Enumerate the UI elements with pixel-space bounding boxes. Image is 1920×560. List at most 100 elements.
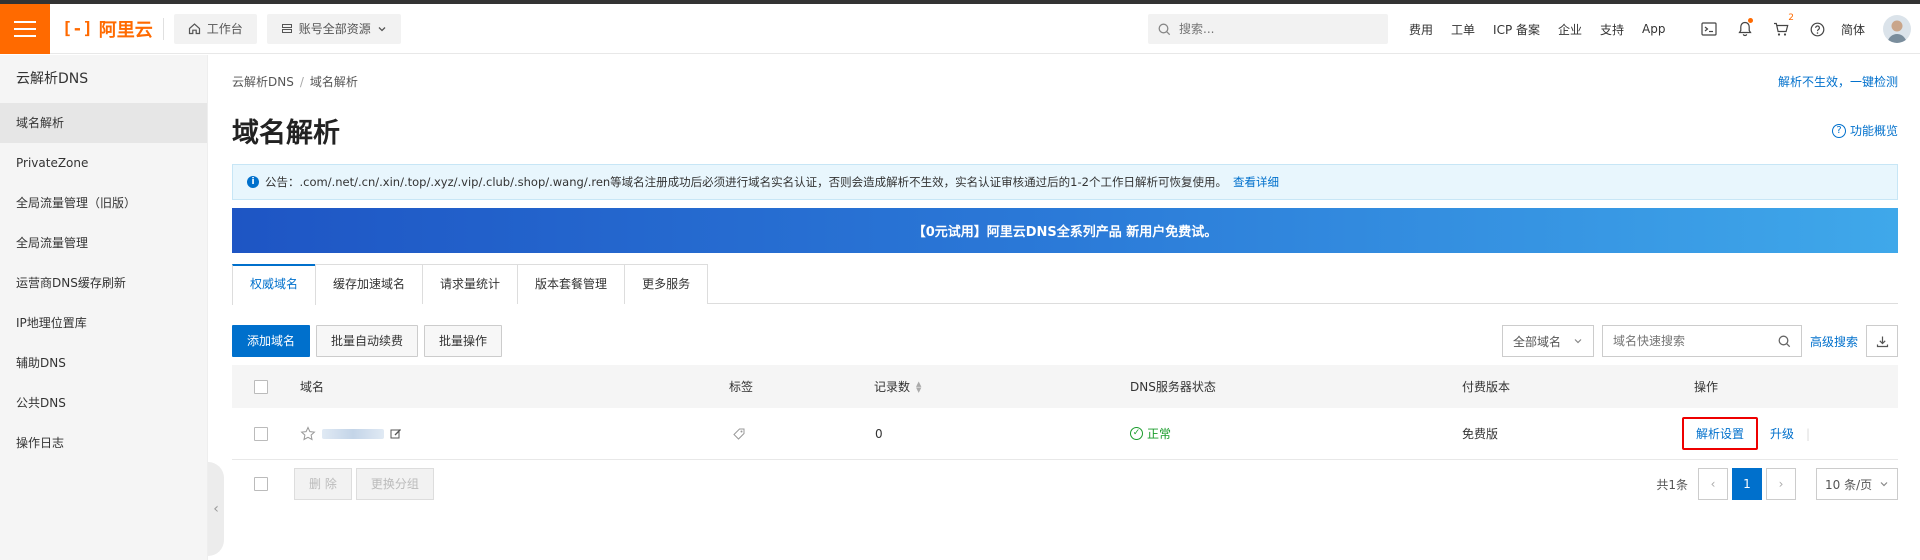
add-domain-button[interactable]: 添加域名 xyxy=(232,325,311,357)
tag-icon[interactable] xyxy=(732,427,746,441)
avatar[interactable] xyxy=(1883,15,1912,43)
question-icon: ? xyxy=(1831,123,1846,138)
star-icon[interactable] xyxy=(300,425,316,442)
header-edition: 付费版本 xyxy=(1462,380,1511,394)
domain-filter-select[interactable]: 全部域名 xyxy=(1501,325,1594,357)
sidebar-item-public-dns[interactable]: 公共DNS xyxy=(0,383,207,423)
sidebar-item-ip-geo[interactable]: IP地理位置库 xyxy=(0,303,207,343)
nav-link-tickets[interactable]: 工单 xyxy=(1451,21,1475,38)
page-1-button[interactable]: 1 xyxy=(1732,468,1762,500)
top-navigation-bar: [-] 阿里云 工作台 账号全部资源 费用 工单 ICP 备案 企业 支持 Ap… xyxy=(0,3,1920,54)
sidebar-item-privatezone[interactable]: PrivateZone xyxy=(0,143,207,183)
delete-button[interactable]: 删 除 xyxy=(294,468,352,500)
upgrade-link[interactable]: 升级 xyxy=(1770,425,1794,442)
footer-select-all-checkbox[interactable] xyxy=(254,477,268,491)
nav-link-enterprise[interactable]: 企业 xyxy=(1558,21,1582,38)
next-page-button[interactable]: › xyxy=(1766,468,1796,500)
detect-link[interactable]: 解析不生效，一键检测 xyxy=(1778,73,1898,90)
breadcrumb-item-dns[interactable]: 云解析DNS xyxy=(232,75,294,89)
tab-request-stats[interactable]: 请求量统计 xyxy=(422,264,519,304)
resolution-settings-link[interactable]: 解析设置 xyxy=(1682,417,1759,450)
breadcrumb: 云解析DNS / 域名解析 xyxy=(232,73,358,90)
top-icons: 2 简体 xyxy=(1691,4,1912,54)
help-icon[interactable] xyxy=(1799,4,1835,54)
sidebar-item-domain-resolution[interactable]: 域名解析 xyxy=(0,103,207,143)
notice-bar: i 公告：.com/.net/.cn/.xin/.top/.xyz/.vip/.… xyxy=(232,164,1898,200)
tab-edition-management[interactable]: 版本套餐管理 xyxy=(517,264,626,304)
notice-text: 公告：.com/.net/.cn/.xin/.top/.xyz/.vip/.cl… xyxy=(265,175,1227,189)
notice-detail-link[interactable]: 查看详细 xyxy=(1233,174,1279,190)
workbench-label: 工作台 xyxy=(206,22,243,36)
action-divider: | xyxy=(1806,426,1811,441)
table-footer: 删 除 更换分组 共1条 ‹ 1 › 10 条/页 xyxy=(232,468,1898,500)
table-row: 0 ✓ 正常 免费版 解析设置 升级 | xyxy=(232,408,1898,460)
header-records: 记录数 xyxy=(874,380,911,394)
sidebar-item-gtm[interactable]: 全局流量管理 xyxy=(0,223,207,263)
page-size-select[interactable]: 10 条/页 xyxy=(1816,468,1898,500)
nav-link-billing[interactable]: 费用 xyxy=(1409,21,1433,38)
nav-link-app[interactable]: App xyxy=(1642,22,1665,36)
domain-search-input[interactable] xyxy=(1612,334,1763,348)
sidebar-item-secondary-dns[interactable]: 辅助DNS xyxy=(0,343,207,383)
global-search[interactable] xyxy=(1148,14,1388,44)
home-icon xyxy=(188,23,200,35)
chevron-down-icon xyxy=(378,26,386,31)
sidebar-item-gtm-legacy[interactable]: 全局流量管理（旧版） xyxy=(0,183,207,223)
resources-icon xyxy=(281,23,292,33)
breadcrumb-item-current: 域名解析 xyxy=(309,75,358,89)
tab-authoritative-domains[interactable]: 权威域名 xyxy=(232,264,317,305)
cart-icon[interactable]: 2 xyxy=(1763,4,1799,54)
logo-text: 阿里云 xyxy=(98,19,153,41)
status-text: 正常 xyxy=(1147,427,1172,441)
sidebar-item-operation-log[interactable]: 操作日志 xyxy=(0,423,207,463)
chevron-left-icon: ‹ xyxy=(213,501,219,517)
resources-dropdown[interactable]: 账号全部资源 xyxy=(266,13,401,44)
terminal-icon[interactable] xyxy=(1691,4,1727,54)
edit-icon[interactable] xyxy=(390,428,402,440)
nav-link-icp[interactable]: ICP 备案 xyxy=(1493,21,1540,38)
status-badge: ✓ 正常 xyxy=(1130,425,1171,442)
row-checkbox[interactable] xyxy=(254,426,268,441)
batch-auto-renew-button[interactable]: 批量自动续费 xyxy=(316,325,419,357)
prev-page-button[interactable]: ‹ xyxy=(1698,468,1728,500)
features-label: 功能概览 xyxy=(1849,124,1898,138)
tab-more-services[interactable]: 更多服务 xyxy=(624,264,709,304)
header-records-sort[interactable]: 记录数 ▲ ▼ xyxy=(874,365,921,408)
page-size-value: 10 条/页 xyxy=(1825,477,1873,492)
language-switch[interactable]: 简体 xyxy=(1841,21,1865,38)
page-title: 域名解析 xyxy=(232,118,340,149)
chevron-down-icon xyxy=(1574,339,1582,344)
domain-name-redacted[interactable] xyxy=(322,428,384,439)
info-icon: i xyxy=(247,176,259,188)
aliyun-logo[interactable]: [-] 阿里云 xyxy=(62,16,153,42)
sidebar-item-cache-refresh[interactable]: 运营商DNS缓存刷新 xyxy=(0,263,207,303)
bell-icon[interactable] xyxy=(1727,4,1763,54)
sidebar-collapse-handle[interactable]: ‹ xyxy=(208,462,224,556)
domain-table: 域名 标签 记录数 ▲ ▼ DNS服务器状态 付费版本 操作 0 ✓ 正常 免费版 解… xyxy=(232,365,1898,460)
menu-icon[interactable] xyxy=(0,3,50,54)
header-tag: 标签 xyxy=(729,380,754,394)
promo-banner[interactable]: 【0元试用】阿里云DNS全系列产品 新用户免费试。 xyxy=(232,208,1898,253)
select-all-checkbox[interactable] xyxy=(254,379,268,394)
top-links: 费用 工单 ICP 备案 企业 支持 App xyxy=(1409,4,1684,54)
header-domain: 域名 xyxy=(300,380,325,394)
sort-icon: ▲ ▼ xyxy=(916,379,922,394)
batch-operation-button[interactable]: 批量操作 xyxy=(424,325,503,357)
download-icon[interactable] xyxy=(1866,325,1898,357)
sidebar: 云解析DNS 域名解析 PrivateZone 全局流量管理（旧版） 全局流量管… xyxy=(0,55,208,560)
logo-mark-icon: [-] xyxy=(62,18,93,39)
toolbar: 添加域名 批量自动续费 批量操作 全部域名 高级搜索 xyxy=(232,325,1898,357)
domain-search[interactable] xyxy=(1601,325,1802,357)
advanced-search-link[interactable]: 高级搜索 xyxy=(1810,333,1858,350)
change-group-button[interactable]: 更换分组 xyxy=(355,468,434,500)
features-overview-link[interactable]: ? 功能概览 xyxy=(1831,122,1898,139)
global-search-input[interactable] xyxy=(1179,22,1369,36)
chevron-down-icon xyxy=(1880,482,1888,487)
nav-link-support[interactable]: 支持 xyxy=(1600,21,1624,38)
cart-badge: 2 xyxy=(1788,13,1794,23)
tab-cache-domains[interactable]: 缓存加速域名 xyxy=(315,264,424,304)
header-dns-status: DNS服务器状态 xyxy=(1130,380,1216,394)
workbench-button[interactable]: 工作台 xyxy=(173,13,257,44)
table-header: 域名 标签 记录数 ▲ ▼ DNS服务器状态 付费版本 操作 xyxy=(232,365,1898,408)
check-icon: ✓ xyxy=(1130,427,1143,440)
